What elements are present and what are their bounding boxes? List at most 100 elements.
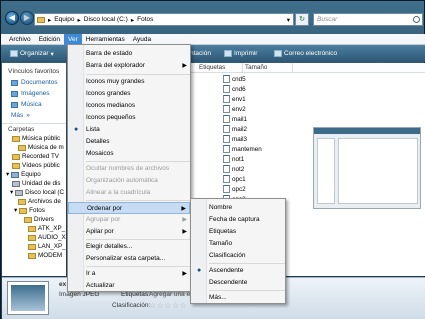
sort-item-ascending[interactable]: ● Ascendente <box>191 265 285 277</box>
menu-separator <box>86 239 190 240</box>
tree-item[interactable]: Unidad de dis <box>2 179 66 188</box>
image-file-icon <box>223 125 230 133</box>
menu-ayuda[interactable]: Ayuda <box>129 34 155 45</box>
file-item[interactable]: mantemen <box>223 144 262 154</box>
image-preview[interactable] <box>313 127 421 209</box>
menu-item-small-icons[interactable]: Iconos pequeños <box>68 112 190 124</box>
tree-item[interactable]: Recorded TV <box>2 152 66 161</box>
tree-item[interactable]: Archivos de <box>2 197 66 206</box>
menu-item-auto-arrange[interactable]: Organización automática <box>68 175 190 187</box>
favorite-label: Imágenes <box>21 90 50 97</box>
radio-checked-icon: ● <box>197 267 202 274</box>
file-item[interactable]: opc2 <box>223 184 246 194</box>
file-name: not1 <box>232 155 245 163</box>
menu-item-customize-folder[interactable]: Personalizar esta carpeta... <box>68 253 190 265</box>
address-segment-fotos[interactable]: Fotos <box>137 16 153 23</box>
menu-item-choose-details[interactable]: Elegir detalles... <box>68 241 190 253</box>
file-item[interactable]: env1 <box>223 94 246 104</box>
column-header-tamano[interactable]: Tamaño <box>243 63 293 73</box>
tree-item[interactable]: MODEM <box>2 251 66 260</box>
expander-icon[interactable]: ▾ <box>6 171 9 178</box>
image-file-icon <box>223 135 230 143</box>
menu-item-status-bar[interactable]: Barra de estado <box>68 48 190 60</box>
menu-item-group-by[interactable]: Agrupar por ▶ <box>68 214 190 226</box>
menu-item-medium-icons[interactable]: Iconos medianos <box>68 100 190 112</box>
expander-icon[interactable]: ▾ <box>14 207 17 214</box>
column-header-etiquetas[interactable]: Etiquetas <box>197 63 243 73</box>
favorite-imagenes[interactable]: Imágenes <box>2 88 66 99</box>
tree-item[interactable]: Vídeos públic <box>2 161 66 170</box>
search-input[interactable]: Buscar <box>313 13 423 26</box>
file-item[interactable]: not1 <box>223 154 244 164</box>
file-item[interactable]: env2 <box>223 104 246 114</box>
favorite-mas[interactable]: Más» <box>2 110 66 121</box>
file-item[interactable]: mail1 <box>223 114 247 124</box>
file-item[interactable]: mail2 <box>223 124 247 134</box>
file-item[interactable]: cnd5 <box>223 74 246 84</box>
email-button[interactable]: Correo electrónico <box>269 50 342 57</box>
address-dropdown-icon[interactable]: ▾ <box>287 16 290 24</box>
menu-item-sort-by[interactable]: Ordenar por ▶ <box>68 202 190 214</box>
address-segment-disk[interactable]: Disco local (C:) <box>84 16 128 23</box>
menu-item-stack-by[interactable]: Apilar por ▶ <box>68 226 190 238</box>
favorite-documentos[interactable]: Documentos <box>2 77 66 88</box>
sort-item-size[interactable]: Tamaño <box>191 238 285 250</box>
menu-item-details[interactable]: Detalles <box>68 136 190 148</box>
printer-icon <box>224 50 232 57</box>
organize-button[interactable]: Organizar ▾ <box>5 50 59 58</box>
organize-icon <box>10 50 18 57</box>
tree-item[interactable]: Drivers <box>2 215 66 224</box>
view-menu: Barra de estado Barra del explorador ▶ Ic… <box>67 44 191 292</box>
menu-ver[interactable]: Ver <box>64 33 82 45</box>
submenu-arrow-icon: ▶ <box>182 271 187 277</box>
folder-icon <box>28 243 36 250</box>
tree-item[interactable]: ▾ Disco local (C <box>2 188 66 197</box>
address-bar[interactable]: ▸ Equipo ▸ Disco local (C:) ▸ Fotos ▾ <box>34 13 294 26</box>
rating-stars[interactable]: ☆☆☆☆☆ <box>149 301 187 310</box>
sort-item-rating[interactable]: Clasificación <box>191 250 285 262</box>
image-file-icon <box>223 175 230 183</box>
menu-item-explorer-bar[interactable]: Barra del explorador ▶ <box>68 60 190 72</box>
sort-item-name[interactable]: Nombre <box>191 202 285 214</box>
menu-item-align-grid[interactable]: Alinear a la cuadrícula <box>68 187 190 199</box>
chevron-double-icon: » <box>26 112 30 119</box>
sort-item-tags[interactable]: Etiquetas <box>191 226 285 238</box>
menu-edicion[interactable]: Edición <box>35 34 64 45</box>
menu-item-tiles[interactable]: Mosaicos <box>68 148 190 160</box>
favorite-musica[interactable]: Música <box>2 99 66 110</box>
tree-item[interactable]: AUDIO_X <box>2 233 66 242</box>
sort-item-descending[interactable]: Descendente <box>191 277 285 289</box>
menu-item-go-to[interactable]: Ir a ▶ <box>68 268 190 280</box>
file-item[interactable]: opc1 <box>223 174 246 184</box>
forward-button[interactable]: ▶ <box>20 11 34 25</box>
folder-icon <box>37 16 45 23</box>
tree-item[interactable]: Música de m <box>2 143 66 152</box>
file-item[interactable]: not2 <box>223 164 244 174</box>
file-item[interactable]: mail3 <box>223 134 247 144</box>
menu-item-extra-large-icons[interactable]: Iconos muy grandes <box>68 76 190 88</box>
address-segment-equipo[interactable]: Equipo <box>54 16 74 23</box>
back-button[interactable]: ◀ <box>5 11 19 25</box>
expander-icon[interactable]: ▾ <box>10 189 13 196</box>
menu-herramientas[interactable]: Herramientas <box>82 34 129 45</box>
menu-archivo[interactable]: Archivo <box>5 34 35 45</box>
refresh-button[interactable]: ↻ <box>295 13 309 26</box>
tree-item[interactable]: ▾ Fotos <box>2 206 66 215</box>
tree-item[interactable]: ▾ Equipo <box>2 170 66 179</box>
search-icon[interactable] <box>413 16 420 23</box>
tree-label: Unidad de dis <box>22 180 61 187</box>
favorite-label: Música <box>21 101 42 108</box>
print-button[interactable]: Imprimir <box>219 50 262 57</box>
tree-item[interactable]: ATK_XP_ <box>2 224 66 233</box>
menu-item-refresh[interactable]: Actualizar <box>68 280 190 292</box>
file-item[interactable]: cnd6 <box>223 84 246 94</box>
tags-value[interactable]: Agregar una et <box>149 291 192 298</box>
menu-item-large-icons[interactable]: Iconos grandes <box>68 88 190 100</box>
menu-item-hide-filenames[interactable]: Ocultar nombres de archivos <box>68 163 190 175</box>
tree-item[interactable]: LAN_XP_ <box>2 242 66 251</box>
menu-item-list[interactable]: ● Lista <box>68 124 190 136</box>
sort-item-more[interactable]: Más... <box>191 292 285 304</box>
radio-checked-icon: ● <box>74 126 79 133</box>
sort-item-capture-date[interactable]: Fecha de captura <box>191 214 285 226</box>
tree-item[interactable]: Música públic <box>2 134 66 143</box>
